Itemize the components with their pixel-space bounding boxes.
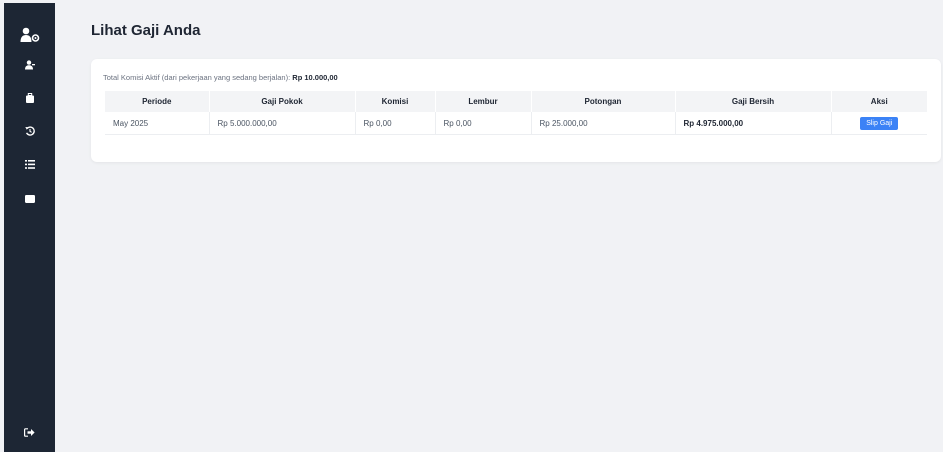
- salary-table: Periode Gaji Pokok Komisi Lembur Potonga…: [105, 91, 927, 135]
- cell-potongan: Rp 25.000,00: [531, 112, 676, 135]
- salary-card: Total Komisi Aktif (dari pekerjaan yang …: [91, 59, 941, 162]
- column-header-periode: Periode: [105, 91, 210, 112]
- table-header-row: Periode Gaji Pokok Komisi Lembur Potonga…: [105, 91, 927, 112]
- app-frame: Lihat Gaji Anda Total Komisi Aktif (dari…: [4, 3, 943, 452]
- commission-value: Rp 10.000,00: [292, 73, 338, 82]
- wallet-icon[interactable]: [4, 191, 55, 207]
- column-header-potongan: Potongan: [531, 91, 676, 112]
- commission-summary: Total Komisi Aktif (dari pekerjaan yang …: [103, 73, 338, 82]
- column-header-gaji-bersih: Gaji Bersih: [675, 91, 832, 112]
- history-icon[interactable]: [4, 123, 55, 139]
- cell-gaji-bersih: Rp 4.975.000,00: [675, 112, 832, 135]
- slip-gaji-button[interactable]: Slip Gaji: [860, 116, 899, 130]
- user-icon[interactable]: [4, 57, 55, 73]
- sidebar: [4, 3, 55, 452]
- column-header-aksi: Aksi: [870, 97, 888, 106]
- main-content: Lihat Gaji Anda Total Komisi Aktif (dari…: [55, 3, 943, 452]
- column-header-gaji-pokok: Gaji Pokok: [209, 91, 356, 112]
- cell-komisi: Rp 0,00: [355, 112, 436, 135]
- user-gear-icon[interactable]: [4, 23, 55, 47]
- column-header-komisi: Komisi: [355, 91, 436, 112]
- table-row: May 2025 Rp 5.000.000,00 Rp 0,00 Rp 0,00…: [105, 112, 927, 135]
- list-icon[interactable]: [4, 156, 55, 172]
- cell-aksi: Slip Gaji: [831, 112, 927, 135]
- commission-label: Total Komisi Aktif (dari pekerjaan yang …: [103, 73, 291, 82]
- column-header-lembur: Lembur: [435, 91, 532, 112]
- briefcase-icon[interactable]: [4, 90, 55, 106]
- cell-lembur: Rp 0,00: [435, 112, 532, 135]
- page-title: Lihat Gaji Anda: [91, 22, 201, 39]
- cell-periode: May 2025: [105, 112, 210, 135]
- sign-out-icon[interactable]: [4, 423, 55, 441]
- cell-gaji-pokok: Rp 5.000.000,00: [209, 112, 356, 135]
